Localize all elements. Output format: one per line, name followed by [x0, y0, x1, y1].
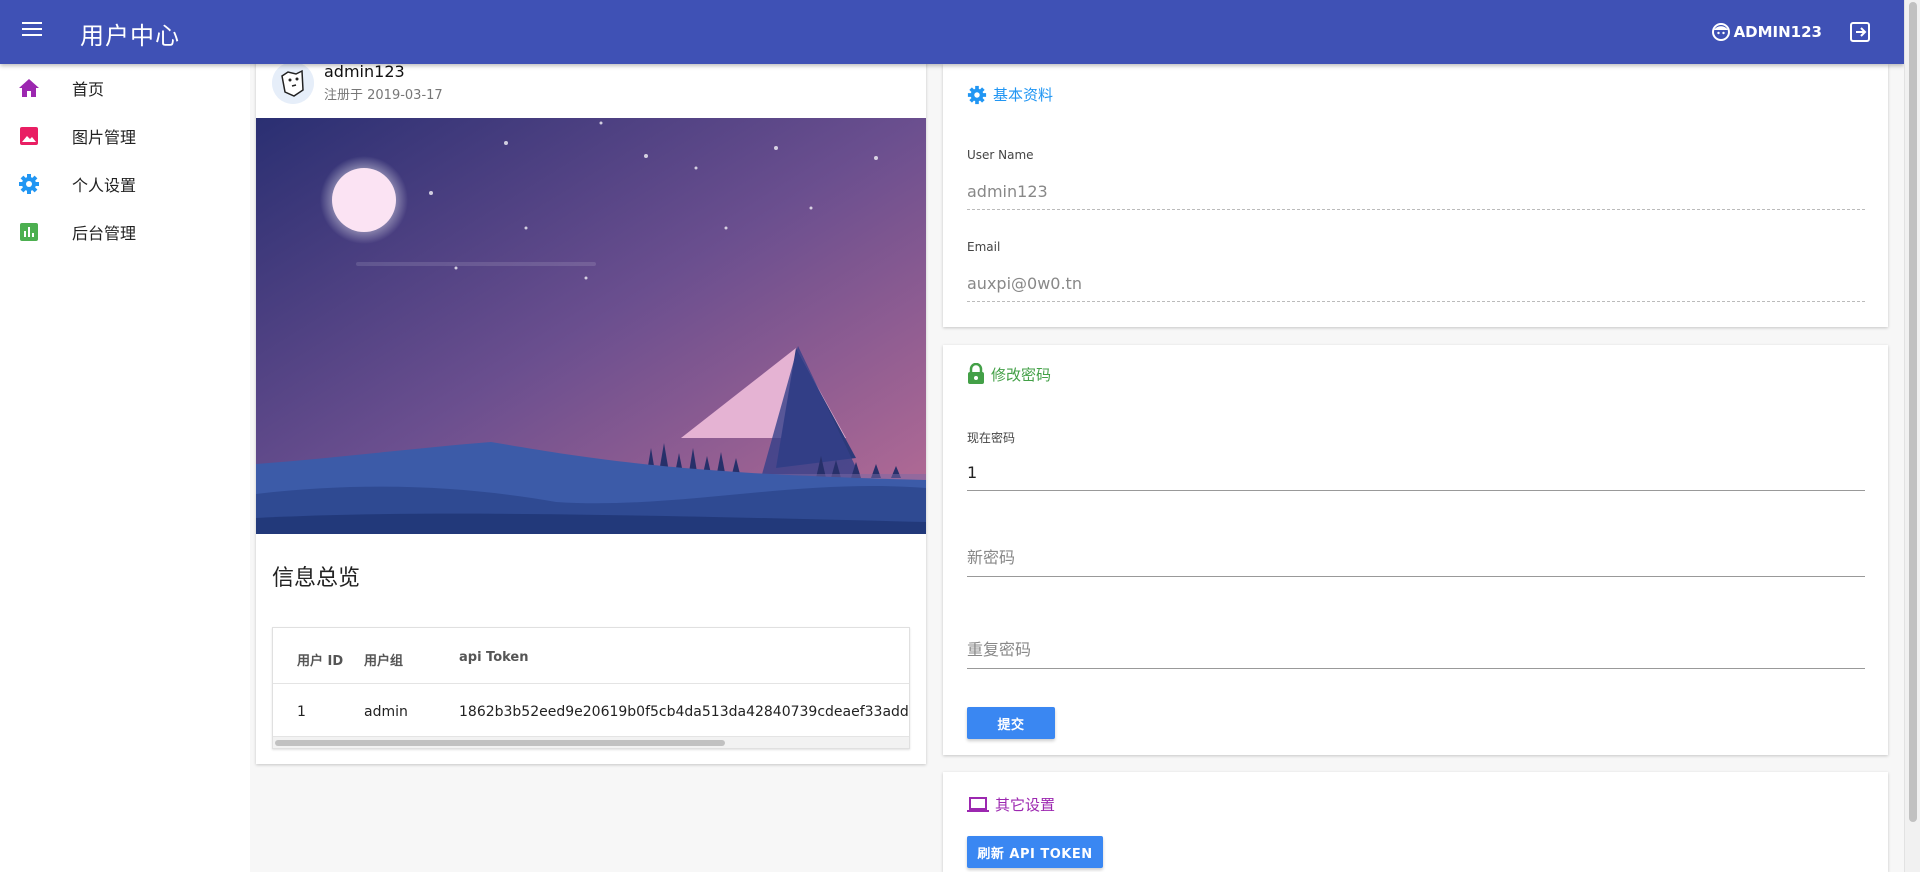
current-password-input[interactable]: 1 [967, 463, 1865, 491]
change-password-header: 修改密码 [967, 363, 1051, 385]
user-menu-button[interactable]: ADMIN123 [1711, 22, 1822, 42]
cell-api-token: 1862b3b52eed9e20619b0f5cb4da513da4284073… [459, 704, 910, 720]
logout-icon[interactable] [1848, 20, 1872, 44]
laptop-icon [967, 796, 989, 812]
sidebar-item-admin[interactable]: 后台管理 [0, 208, 250, 256]
sidebar-item-home[interactable]: 首页 [0, 64, 250, 112]
avatar [272, 62, 314, 104]
sidebar-item-label: 个人设置 [72, 176, 137, 195]
sidebar-item-label: 图片管理 [72, 128, 137, 147]
scrollbar-thumb[interactable] [1909, 2, 1917, 822]
other-settings-card: 其它设置 刷新 API TOKEN [943, 772, 1888, 872]
basic-info-title: 基本资料 [993, 86, 1054, 104]
profile-card: admin123 注册于 2019-03-17 信息总览 用户 ID 用户组 a… [256, 54, 926, 764]
face-icon [1711, 23, 1730, 41]
user-name-field: admin123 [967, 182, 1865, 210]
registration-date: 注册于 2019-03-17 [324, 88, 443, 103]
sidebar-item-label: 首页 [72, 80, 105, 99]
new-password-input[interactable]: 新密码 [967, 544, 1865, 577]
cell-user-group: admin [364, 704, 408, 720]
lock-icon [968, 363, 984, 384]
current-password-label: 现在密码 [967, 431, 1016, 445]
basic-info-header: 基本资料 [967, 84, 1053, 105]
email-label: Email [967, 240, 1001, 254]
basic-info-card: 基本资料 User Name admin123 Email auxpi@0w0.… [943, 64, 1888, 327]
sidebar-item-label: 后台管理 [72, 224, 137, 243]
bar-chart-icon [15, 220, 43, 244]
cell-user-id: 1 [297, 704, 306, 720]
profile-cover-image [256, 118, 926, 534]
refresh-api-token-button[interactable]: 刷新 API TOKEN [967, 836, 1103, 868]
column-header-api-token[interactable]: api Token [459, 650, 529, 665]
email-field: auxpi@0w0.tn [967, 274, 1865, 302]
change-password-card: 修改密码 现在密码 1 新密码 重复密码 提交 [943, 345, 1888, 755]
submit-button[interactable]: 提交 [967, 707, 1055, 739]
scrollbar-thumb[interactable] [275, 740, 725, 746]
image-icon [15, 124, 43, 148]
gear-icon [15, 172, 43, 196]
profile-username: admin123 [324, 62, 405, 81]
sidebar-item-settings[interactable]: 个人设置 [0, 160, 250, 208]
menu-icon[interactable] [22, 22, 42, 40]
table-header-row: 用户 ID 用户组 api Token [273, 628, 909, 684]
user-name-label: User Name [967, 148, 1034, 162]
sidebar: 首页 图片管理 个人设置 后台管理 [0, 64, 250, 872]
repeat-password-input[interactable]: 重复密码 [967, 636, 1865, 669]
table-horizontal-scrollbar[interactable] [273, 736, 909, 748]
header-username: ADMIN123 [1733, 23, 1822, 41]
page-vertical-scrollbar[interactable] [1904, 0, 1920, 872]
column-header-user-group[interactable]: 用户组 [364, 650, 403, 669]
column-header-user-id[interactable]: 用户 ID [297, 650, 343, 669]
change-password-title: 修改密码 [991, 365, 1052, 384]
overview-title: 信息总览 [272, 566, 361, 591]
user-info-table: 用户 ID 用户组 api Token 1 admin 1862b3b52eed… [272, 627, 910, 749]
other-settings-title: 其它设置 [995, 796, 1056, 814]
other-settings-header: 其它设置 [967, 794, 1055, 815]
home-icon [15, 76, 43, 100]
app-title: 用户中心 [80, 22, 180, 50]
gear-icon [967, 85, 987, 104]
app-bar: 用户中心 ADMIN123 [0, 0, 1904, 64]
sidebar-item-images[interactable]: 图片管理 [0, 112, 250, 160]
